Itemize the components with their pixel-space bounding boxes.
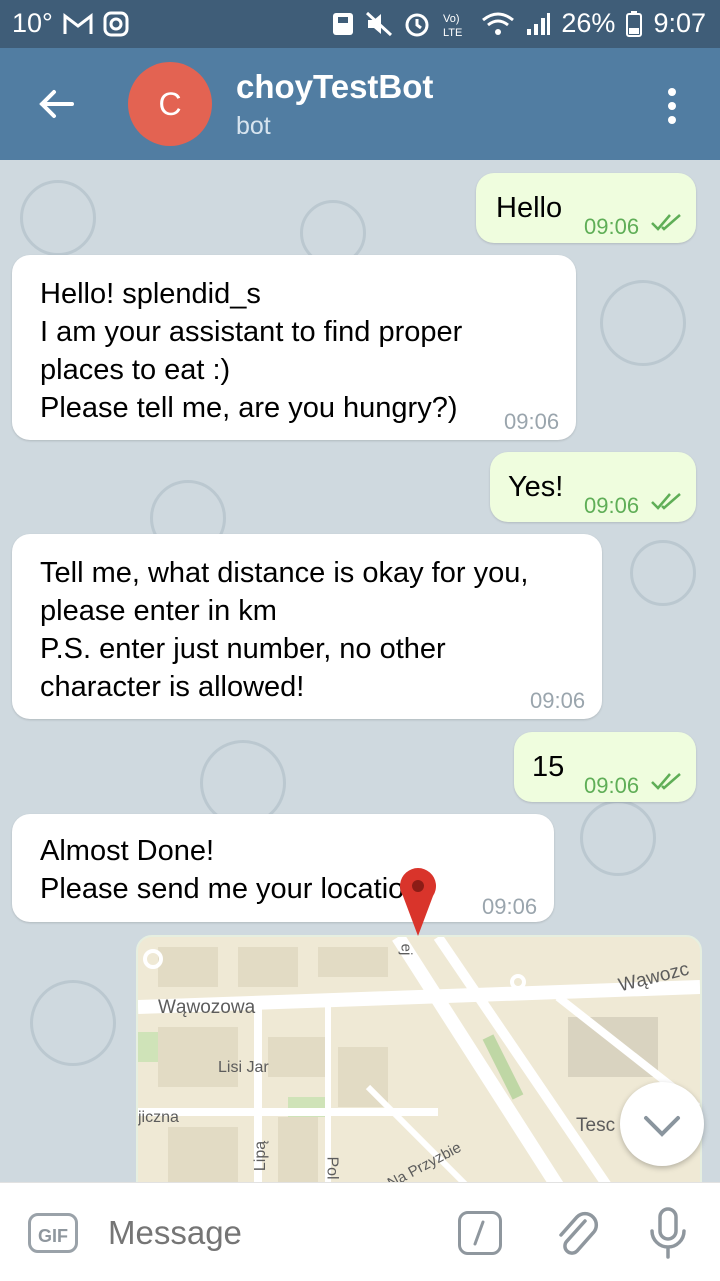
message-bubble-outgoing[interactable]: Hello 09:06 xyxy=(476,173,696,243)
wifi-icon xyxy=(482,12,515,35)
message-time: 09:06 xyxy=(584,773,640,798)
map-label: Lipą xyxy=(252,1140,270,1172)
map-label: Pol xyxy=(323,1156,341,1180)
instagram-icon xyxy=(103,11,129,36)
background-doodle xyxy=(600,280,686,366)
message-text: Yes! xyxy=(508,471,564,503)
location-map[interactable]: Wąwozowa Wąwozc Lisi Jar jiczna Lipą Pol… xyxy=(136,935,702,1182)
message-time: 09:06 xyxy=(584,214,640,239)
map-label: Lisi Jar xyxy=(218,1059,269,1076)
message-input[interactable] xyxy=(106,1213,440,1253)
chat-subtitle: bot xyxy=(236,112,271,140)
more-menu-icon[interactable] xyxy=(660,86,684,126)
message-text: 15 xyxy=(532,751,565,783)
alarm-icon xyxy=(405,13,429,36)
message-text: Almost Done! Please send me your locatio… xyxy=(40,835,429,905)
message-bubble-incoming[interactable]: Hello! splendid_s I am your assistant to… xyxy=(12,255,576,440)
message-text: Hello xyxy=(496,192,563,224)
back-arrow-icon[interactable] xyxy=(36,84,76,124)
message-time: 09:06 xyxy=(584,493,640,518)
bot-avatar[interactable]: C xyxy=(128,62,212,146)
message-time: 09:06 xyxy=(482,894,538,919)
save-icon xyxy=(333,12,354,35)
double-check-icon xyxy=(651,493,681,510)
battery-icon xyxy=(626,10,643,37)
mute-icon xyxy=(366,11,393,36)
background-doodle xyxy=(630,540,696,606)
message-text: Tell me, what distance is okay for you, … xyxy=(40,557,529,703)
bot-command-button[interactable] xyxy=(458,1211,502,1255)
svg-text:Vo): Vo) xyxy=(443,13,460,25)
map-label: jiczna xyxy=(138,1109,179,1126)
message-time: 09:06 xyxy=(504,409,560,434)
double-check-icon xyxy=(651,214,681,231)
scroll-down-button[interactable] xyxy=(620,1082,704,1166)
chevron-down-icon xyxy=(644,1116,680,1137)
chat-title[interactable]: choyTestBot xyxy=(236,68,433,106)
microphone-icon[interactable] xyxy=(646,1205,690,1261)
message-bubble-outgoing[interactable]: Yes! 09:06 xyxy=(490,452,696,522)
gif-button[interactable]: GIF xyxy=(28,1213,78,1253)
background-doodle xyxy=(580,800,656,876)
message-bubble-incoming[interactable]: Almost Done! Please send me your locatio… xyxy=(12,814,554,922)
slash-icon xyxy=(473,1220,485,1246)
double-check-icon xyxy=(651,773,681,790)
attach-icon[interactable] xyxy=(555,1207,599,1259)
location-pin-icon xyxy=(400,868,436,936)
message-input-bar: GIF xyxy=(0,1182,720,1281)
gmail-icon xyxy=(63,12,93,34)
background-doodle xyxy=(20,180,96,256)
volte-icon: Vo) LTE xyxy=(443,13,462,38)
map-label: Wąwozowa xyxy=(158,997,256,1018)
temperature: 10° xyxy=(12,8,53,38)
map-label: ej xyxy=(397,943,415,956)
message-bubble-incoming[interactable]: Tell me, what distance is okay for you, … xyxy=(12,534,602,719)
background-doodle xyxy=(30,980,116,1066)
status-bar: 10° Vo) LTE 26% 9:07 xyxy=(0,0,720,48)
message-text: Hello! splendid_s I am your assistant to… xyxy=(40,278,463,424)
clock: 9:07 xyxy=(653,8,706,38)
message-bubble-outgoing[interactable]: 15 09:06 xyxy=(514,732,696,802)
message-time: 09:06 xyxy=(530,688,586,713)
svg-text:LTE: LTE xyxy=(443,27,462,38)
battery-percent: 26% xyxy=(561,8,616,38)
signal-icon xyxy=(527,12,551,35)
chat-header: C choyTestBot bot xyxy=(0,48,720,160)
map-label: Tesc xyxy=(576,1115,616,1136)
chat-area[interactable]: Hello 09:06 Hello! splendid_s I am your … xyxy=(0,160,720,1182)
